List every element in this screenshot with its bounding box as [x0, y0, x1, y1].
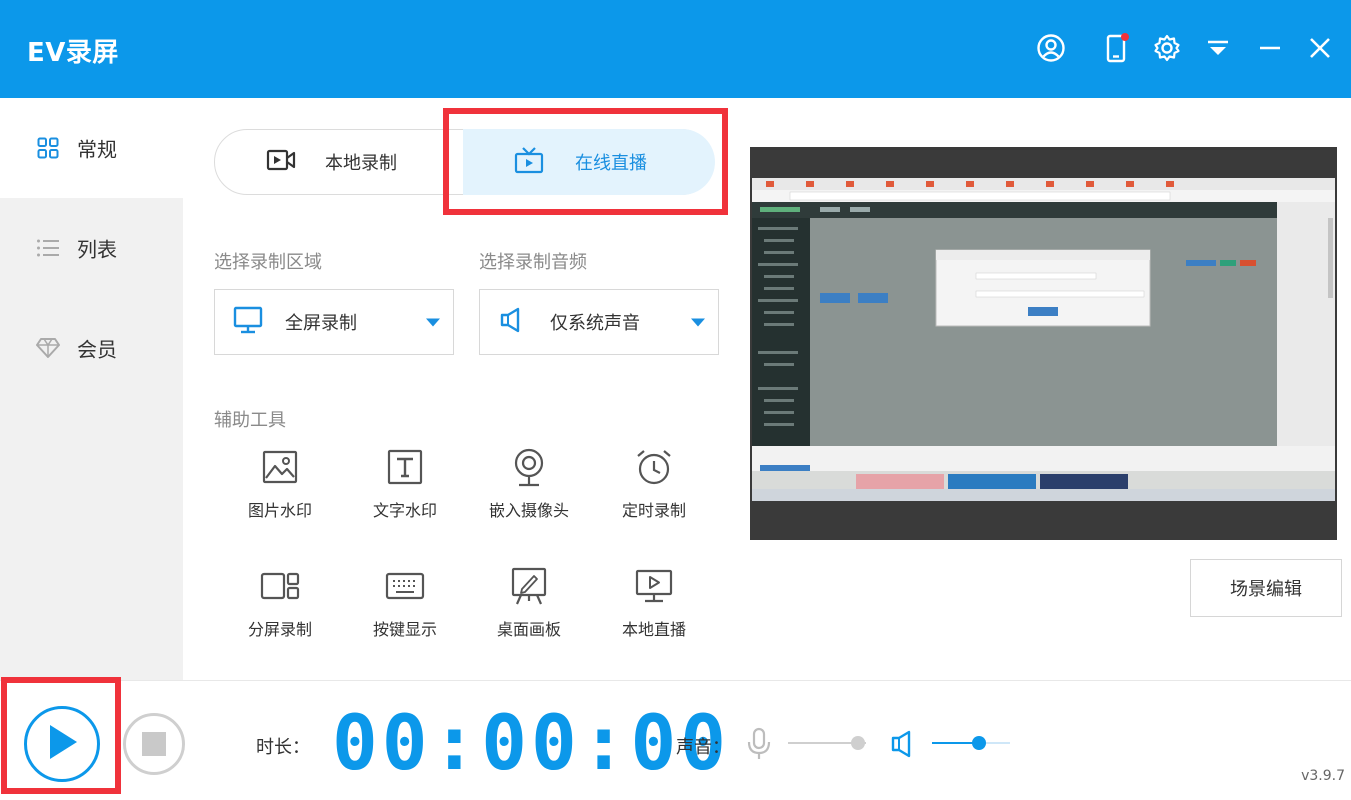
chevron-down-icon — [690, 313, 706, 332]
webcam-icon — [509, 447, 549, 487]
tool-split-screen[interactable]: 分屏录制 — [225, 566, 335, 656]
tab-label: 本地录制 — [325, 153, 397, 174]
chevron-down-icon — [425, 313, 441, 332]
split-screen-icon — [260, 566, 300, 606]
recording-timer: 00:00:00 — [332, 698, 731, 787]
whiteboard-icon — [509, 566, 549, 606]
tool-label: 图片水印 — [247, 501, 312, 520]
tool-local-live[interactable]: 本地直播 — [599, 566, 709, 656]
record-audio-label: 选择录制音频 — [479, 252, 587, 273]
record-area-value: 全屏录制 — [285, 313, 357, 334]
start-record-button[interactable] — [24, 706, 100, 782]
diamond-icon — [36, 336, 60, 360]
app-title: EV录屏 — [27, 38, 119, 68]
title-bar: EV录屏 — [0, 0, 1351, 98]
tv-icon — [513, 146, 545, 178]
sidebar-item-label: 会员 — [77, 337, 117, 362]
sidebar-item-member[interactable]: 会员 — [0, 298, 183, 398]
tool-desktop-whiteboard[interactable]: 桌面画板 — [474, 566, 584, 656]
sidebar-item-label: 常规 — [77, 137, 117, 162]
speaker-volume-knob[interactable] — [971, 736, 986, 750]
record-audio-value: 仅系统声音 — [550, 313, 640, 334]
tab-local-recording[interactable]: 本地录制 — [215, 129, 463, 195]
alarm-clock-icon — [634, 447, 674, 487]
record-audio-select[interactable]: 仅系统声音 — [479, 289, 719, 355]
minimize-icon[interactable] — [1253, 30, 1287, 66]
user-icon[interactable] — [1034, 30, 1068, 66]
speaker-icon — [498, 306, 526, 338]
scene-edit-button[interactable]: 场景编辑 — [1190, 559, 1342, 617]
monitor-play-icon — [634, 566, 674, 606]
sidebar-item-list[interactable]: 列表 — [0, 198, 183, 298]
record-area-select[interactable]: 全屏录制 — [214, 289, 454, 355]
speaker-icon[interactable] — [890, 729, 916, 763]
screen-preview — [750, 147, 1337, 540]
tool-label: 桌面画板 — [496, 620, 561, 639]
stop-icon — [142, 732, 166, 756]
tool-label: 嵌入摄像头 — [488, 501, 569, 520]
tool-scheduled-recording[interactable]: 定时录制 — [599, 447, 709, 537]
tool-embed-webcam[interactable]: 嵌入摄像头 — [474, 447, 584, 537]
tool-label: 文字水印 — [372, 501, 437, 520]
text-icon — [385, 447, 425, 487]
sidebar: 常规 列表 会员 — [0, 98, 183, 680]
sidebar-item-label: 列表 — [77, 237, 117, 262]
tool-label: 本地直播 — [621, 620, 686, 639]
tool-text-watermark[interactable]: 文字水印 — [350, 447, 460, 537]
tool-key-display[interactable]: 按键显示 — [350, 566, 460, 656]
close-icon[interactable] — [1303, 30, 1337, 66]
tool-label: 按键显示 — [372, 620, 437, 639]
dropdown-menu-icon[interactable] — [1201, 30, 1235, 66]
grid-icon — [36, 136, 60, 160]
stop-record-button[interactable] — [123, 713, 185, 775]
mode-tabs: 本地录制 在线直播 — [214, 129, 715, 195]
image-icon — [260, 447, 300, 487]
tab-label: 在线直播 — [575, 153, 647, 174]
version-label: v3.9.7 — [1301, 768, 1345, 784]
tab-online-live[interactable]: 在线直播 — [463, 129, 715, 195]
keyboard-icon — [385, 566, 425, 606]
record-area-label: 选择录制区域 — [214, 252, 322, 273]
duration-label: 时长： — [256, 737, 310, 758]
tool-label: 定时录制 — [621, 501, 686, 520]
monitor-icon — [233, 306, 263, 338]
sound-label: 声音： — [676, 737, 730, 758]
video-camera-icon — [265, 147, 297, 177]
tool-label: 分屏录制 — [247, 620, 312, 639]
tools-label: 辅助工具 — [214, 410, 286, 431]
play-icon — [44, 722, 80, 766]
settings-icon[interactable] — [1150, 30, 1184, 66]
microphone-icon[interactable] — [746, 727, 772, 765]
phone-icon[interactable] — [1099, 30, 1133, 66]
tool-image-watermark[interactable]: 图片水印 — [225, 447, 335, 537]
sidebar-item-general[interactable]: 常规 — [0, 98, 183, 198]
list-icon — [36, 236, 60, 260]
